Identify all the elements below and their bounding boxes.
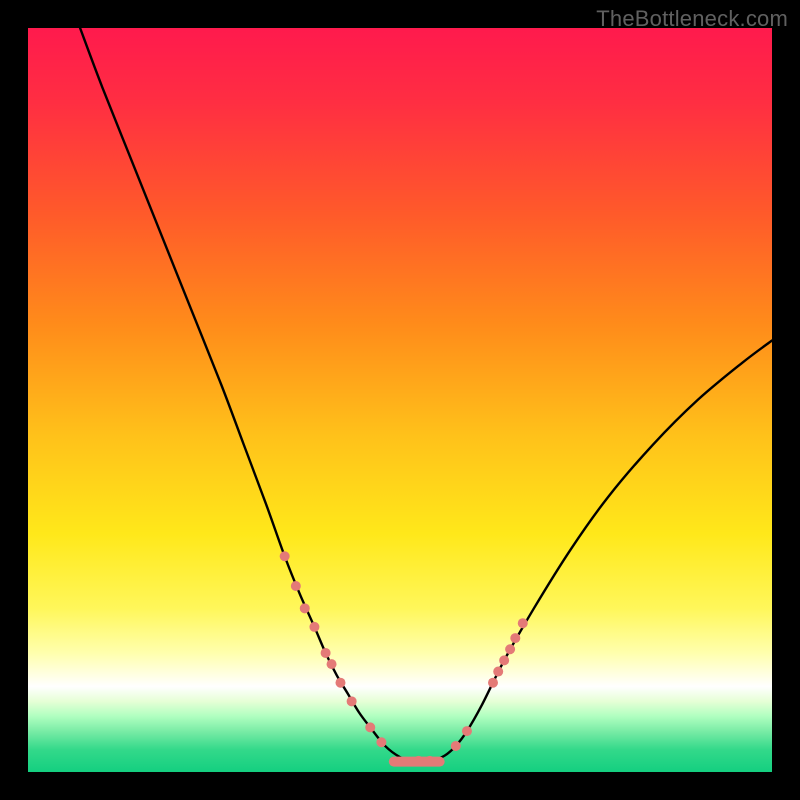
highlight-dot bbox=[300, 603, 310, 613]
highlight-dot bbox=[376, 737, 386, 747]
highlight-dot bbox=[327, 659, 337, 669]
highlight-dot bbox=[335, 678, 345, 688]
highlight-dot bbox=[365, 722, 375, 732]
highlight-dot bbox=[321, 648, 331, 658]
highlight-dot bbox=[414, 756, 424, 766]
highlight-dot bbox=[309, 622, 319, 632]
highlight-dot bbox=[425, 756, 435, 766]
gradient-background bbox=[28, 28, 772, 772]
highlight-dot bbox=[518, 618, 528, 628]
chart-svg bbox=[28, 28, 772, 772]
highlight-dot bbox=[493, 667, 503, 677]
highlight-dot bbox=[347, 696, 357, 706]
highlight-dot bbox=[488, 678, 498, 688]
highlight-dot bbox=[280, 551, 290, 561]
highlight-dot bbox=[462, 726, 472, 736]
chart-frame bbox=[28, 28, 772, 772]
watermark-text: TheBottleneck.com bbox=[596, 6, 788, 32]
highlight-dot bbox=[505, 644, 515, 654]
highlight-dot bbox=[291, 581, 301, 591]
highlight-dot bbox=[451, 741, 461, 751]
highlight-dot bbox=[499, 655, 509, 665]
highlight-dot bbox=[510, 633, 520, 643]
